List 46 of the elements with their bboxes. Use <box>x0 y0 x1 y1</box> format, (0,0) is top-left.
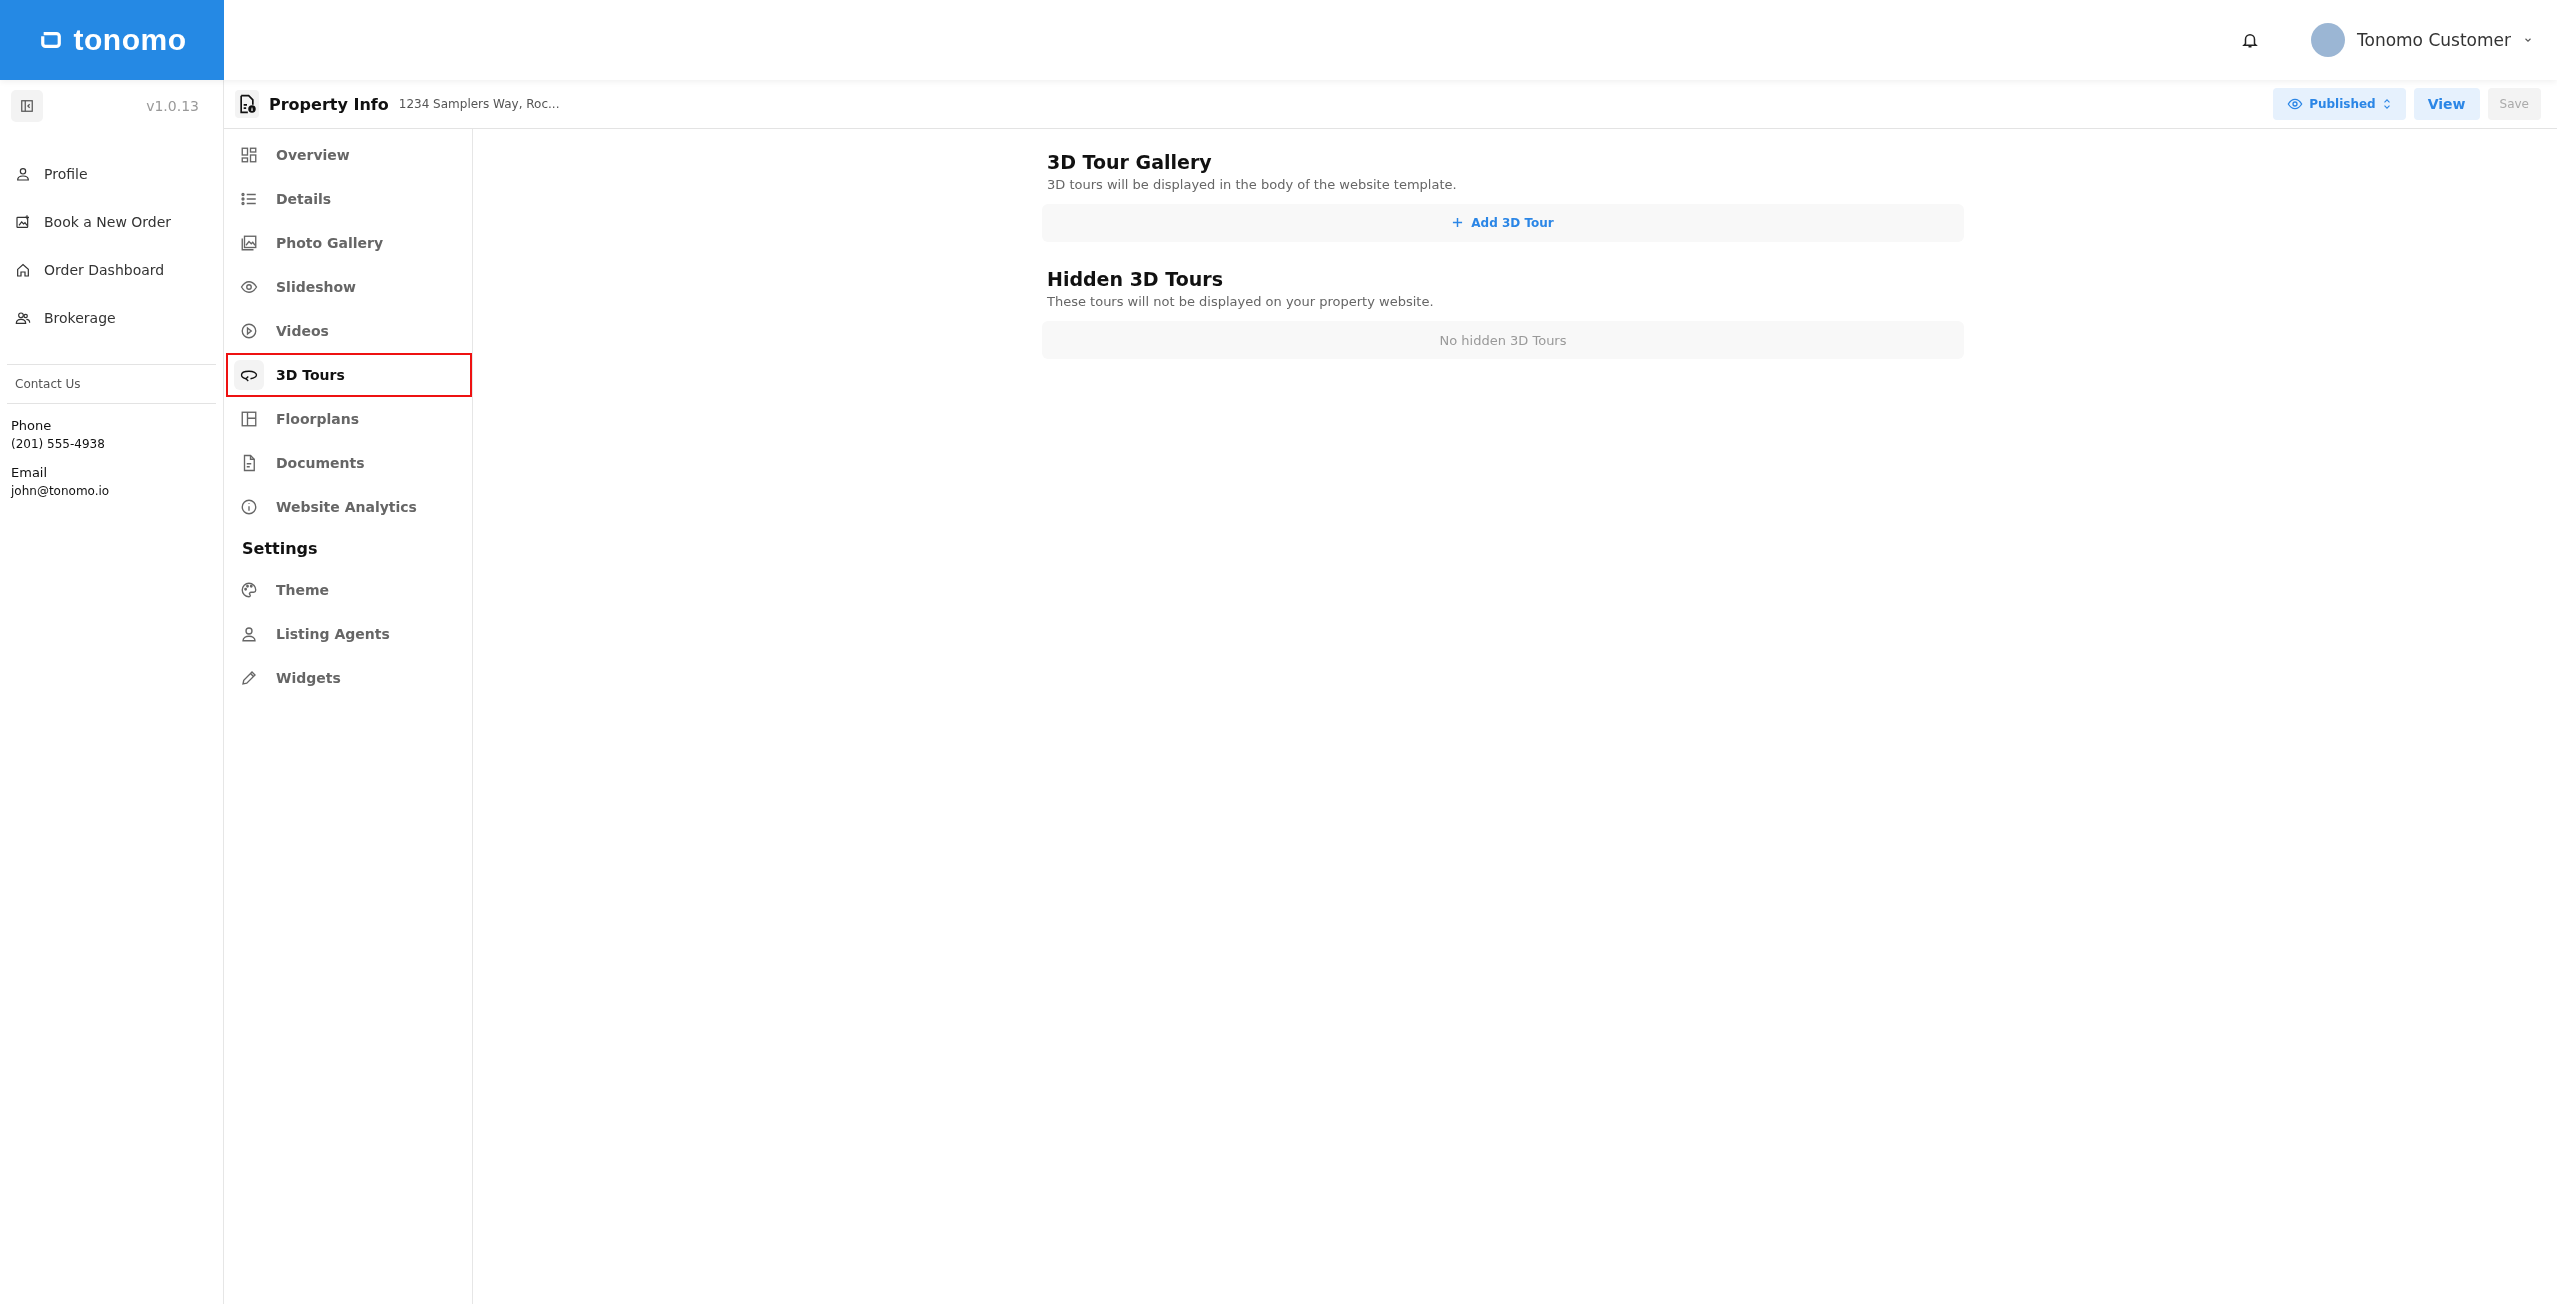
sort-arrows-icon <box>2381 98 2392 110</box>
nav-item[interactable]: Widgets <box>226 656 472 700</box>
contact-value: john@tonomo.io <box>11 484 111 498</box>
section-description: These tours will not be displayed on your property website. <box>1046 294 1435 309</box>
user-name[interactable]: Tonomo Customer <box>2357 30 2511 50</box>
nav-item[interactable]: Videos <box>226 309 472 353</box>
plus-icon <box>1452 217 1464 228</box>
sidebar-item[interactable]: Profile <box>0 150 223 198</box>
sidebar-item[interactable]: Order Dashboard <box>0 246 223 294</box>
section-title: 3D Tour Gallery <box>1046 151 1213 173</box>
contact-label: Email <box>11 465 49 480</box>
bell-icon[interactable] <box>2241 31 2259 49</box>
sidebar-item[interactable]: Book a New Order <box>0 198 223 246</box>
empty-state: No hidden 3D Tours <box>1042 321 1964 359</box>
contact-heading: Contact Us <box>7 364 216 404</box>
nav-item[interactable]: Website Analytics <box>226 485 472 529</box>
version-label: v1.0.13 <box>146 98 199 114</box>
sidebar-collapse-icon <box>20 99 34 113</box>
section-title: Hidden 3D Tours <box>1046 268 1224 290</box>
property-address: 1234 Samplers Way, Roc... <box>398 97 560 111</box>
person-icon <box>15 166 31 182</box>
nav-item[interactable]: Listing Agents <box>226 612 472 656</box>
contact-label: Phone <box>11 418 53 433</box>
nav-item[interactable]: Documents <box>226 441 472 485</box>
eye-icon <box>2287 96 2304 112</box>
nav-item[interactable]: Details <box>226 177 472 221</box>
logo-text: tonomo <box>73 23 187 57</box>
add-tour-button[interactable]: Add 3D Tour <box>1042 204 1964 242</box>
nav-item[interactable]: 3D Tours <box>226 353 472 397</box>
contact-value: (201) 555-4938 <box>11 437 106 451</box>
home-icon <box>15 262 31 278</box>
nav-item[interactable]: Theme <box>226 568 472 612</box>
image-plus-icon <box>15 214 31 230</box>
document-info-icon <box>235 90 259 118</box>
nav-item[interactable]: Overview <box>226 133 472 177</box>
nav-item[interactable]: Slideshow <box>226 265 472 309</box>
people-icon <box>15 310 31 326</box>
status-dropdown[interactable]: Published <box>2273 88 2406 120</box>
section-heading: Settings <box>241 538 319 560</box>
view-button[interactable]: View <box>2413 88 2480 120</box>
section-description: 3D tours will be displayed in the body of the website template. <box>1046 177 1458 192</box>
nav-item[interactable]: Photo Gallery <box>226 221 472 265</box>
sidebar-item[interactable]: Brokerage <box>0 294 223 342</box>
nav-item[interactable]: Floorplans <box>226 397 472 441</box>
page-title: Property Info <box>269 94 389 114</box>
sidebar-toggle-button[interactable] <box>11 90 43 122</box>
